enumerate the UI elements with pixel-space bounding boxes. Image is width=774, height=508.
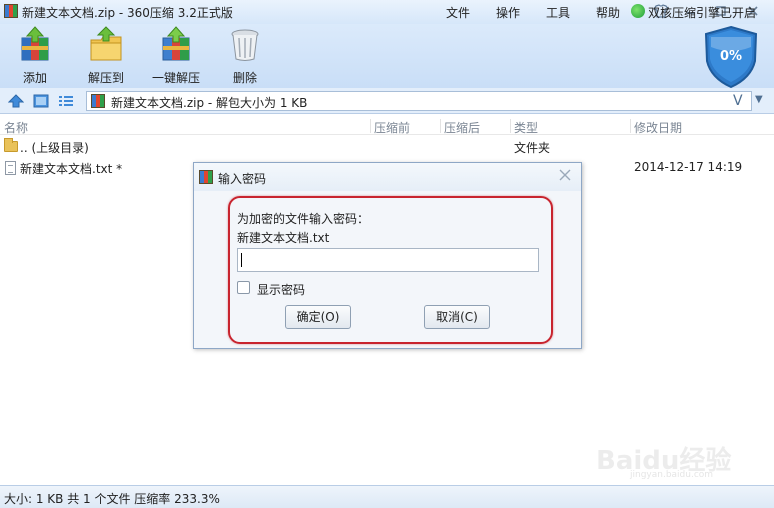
status-summary: 大小: 1 KB 共 1 个文件 压缩率 233.3%: [4, 492, 220, 506]
dialog-close-icon[interactable]: [556, 166, 574, 184]
list-view-icon[interactable]: [58, 93, 74, 109]
trash-icon: [228, 26, 262, 62]
zip-icon: [91, 94, 105, 108]
folder-icon: [4, 138, 18, 152]
col-modified[interactable]: 修改日期: [634, 119, 682, 136]
show-password-label[interactable]: 显示密码: [257, 281, 305, 298]
large-icon-view-icon[interactable]: [33, 93, 49, 109]
one-click-extract-button[interactable]: 一键解压: [152, 26, 200, 86]
window-title: 新建文本文档.zip - 360压缩 3.2正式版: [22, 6, 233, 20]
add-button[interactable]: 添加: [18, 26, 52, 86]
extract-folder-icon: [89, 26, 123, 62]
col-compressed-after[interactable]: 压缩后: [444, 119, 480, 136]
menu-help[interactable]: 帮助: [596, 4, 620, 21]
watermark-url: jingyan.baidu.com: [630, 470, 714, 480]
text-file-icon: [5, 161, 16, 175]
address-field[interactable]: 新建文本文档.zip - 解包大小为 1 KB V: [86, 91, 752, 111]
text-caret: [241, 253, 242, 267]
engine-status[interactable]: 双核压缩引擎已开启: [648, 4, 756, 21]
extract-to-label: 解压到: [88, 71, 125, 85]
dialog-app-icon: [199, 170, 213, 184]
ok-button[interactable]: 确定(O): [285, 305, 351, 329]
file-type: 文件夹: [514, 141, 551, 155]
chevron-down-icon[interactable]: ▼: [755, 94, 763, 105]
one-click-extract-label: 一键解压: [152, 71, 201, 85]
menu-tools[interactable]: 工具: [546, 4, 570, 21]
delete-button[interactable]: 删除: [228, 26, 262, 86]
toolbar: 添加 解压到 一键解压 删除: [0, 24, 774, 88]
col-divider[interactable]: [370, 119, 371, 133]
extract-to-button[interactable]: 解压到: [88, 26, 124, 86]
dialog-title: 输入密码: [218, 172, 267, 186]
file-name: 新建文本文档.txt *: [20, 162, 123, 176]
app-icon: [4, 4, 18, 18]
show-password-checkbox[interactable]: [237, 281, 250, 294]
file-name: .. (上级目录): [20, 141, 89, 155]
protection-shield[interactable]: 0%: [703, 25, 759, 89]
file-modified: 2014-12-17 14:19: [634, 160, 743, 174]
col-name[interactable]: 名称: [4, 119, 28, 136]
menu-operation[interactable]: 操作: [496, 4, 520, 21]
up-arrow-icon[interactable]: [7, 93, 25, 109]
col-compressed-before[interactable]: 压缩前: [374, 119, 410, 136]
encrypted-filename: 新建文本文档.txt: [237, 231, 330, 245]
shield-percent: 0%: [719, 49, 743, 64]
status-bar: 大小: 1 KB 共 1 个文件 压缩率 233.3%: [0, 485, 774, 508]
one-click-extract-icon: [159, 26, 193, 62]
file-list-header: 名称 压缩前 压缩后 类型 修改日期: [0, 117, 774, 135]
table-row[interactable]: .. (上级目录) 文件夹: [0, 137, 774, 157]
col-divider[interactable]: [630, 119, 631, 133]
password-input[interactable]: [237, 248, 539, 272]
address-path: 新建文本文档.zip - 解包大小为 1 KB: [111, 96, 308, 110]
menu-file[interactable]: 文件: [446, 4, 470, 21]
address-v-button[interactable]: V: [733, 93, 743, 109]
dual-core-engine-icon: [631, 4, 645, 18]
delete-label: 删除: [232, 71, 257, 85]
col-type[interactable]: 类型: [514, 119, 538, 136]
dialog-title-bar[interactable]: 输入密码: [194, 163, 581, 191]
col-divider[interactable]: [440, 119, 441, 133]
add-icon: [18, 26, 52, 62]
col-divider[interactable]: [510, 119, 511, 133]
cancel-button[interactable]: 取消(C): [424, 305, 490, 329]
password-prompt: 为加密的文件输入密码：: [237, 212, 370, 226]
address-bar: 新建文本文档.zip - 解包大小为 1 KB V ▼: [0, 88, 774, 114]
add-label: 添加: [22, 71, 47, 85]
